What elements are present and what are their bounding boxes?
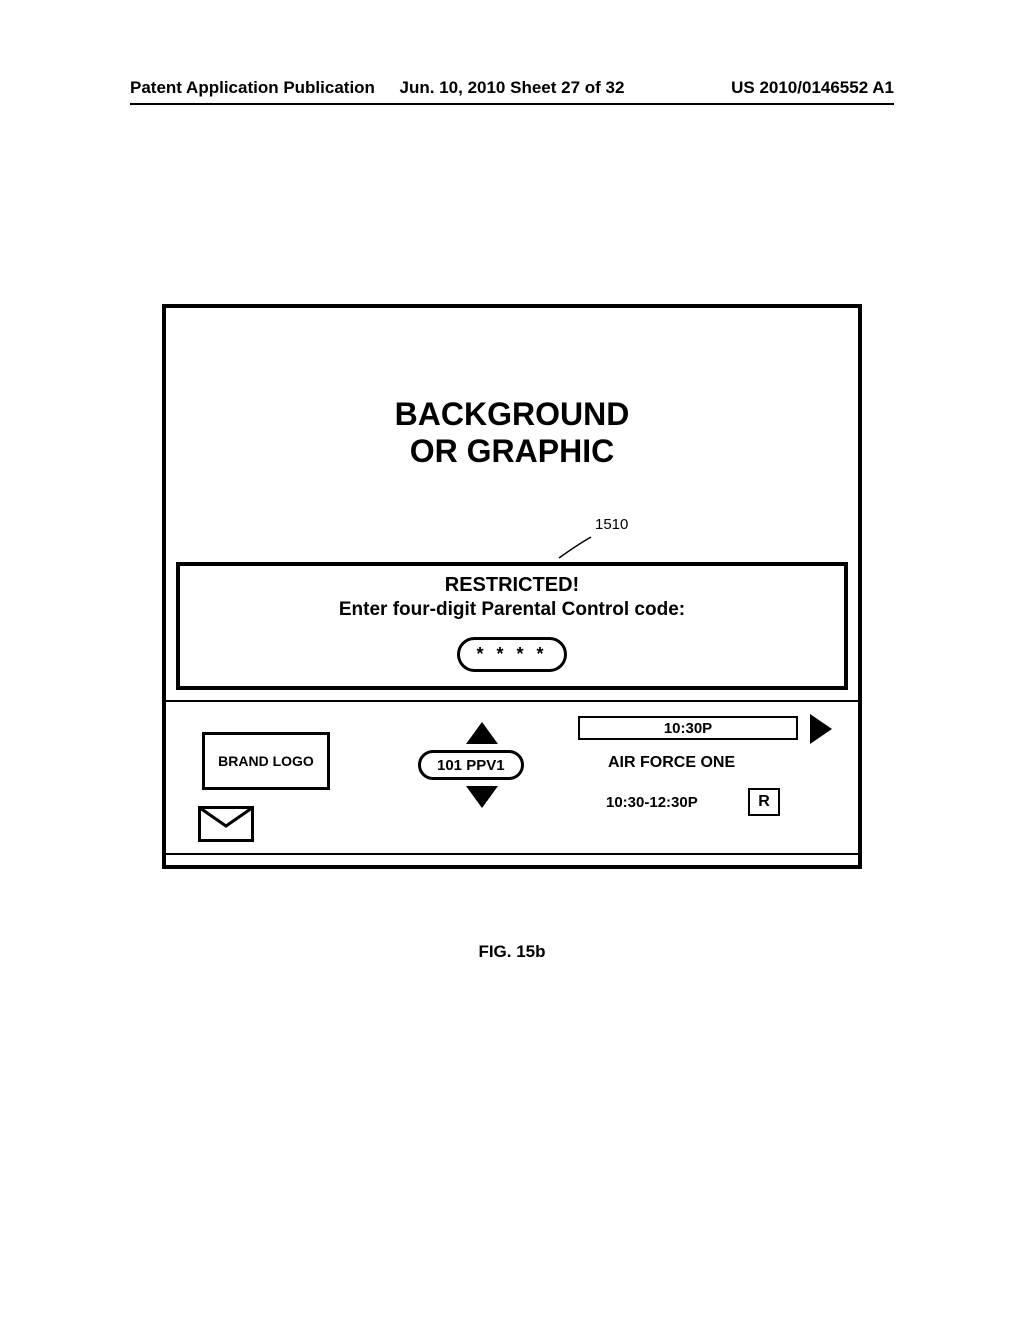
pin-input[interactable]: * * * * <box>457 637 566 672</box>
screen-frame: BACKGROUND OR GRAPHIC RESTRICTED! Enter … <box>162 304 862 869</box>
figure-caption: FIG. 15b <box>0 942 1024 962</box>
rating-badge: R <box>748 788 780 816</box>
reference-number: 1510 <box>595 516 628 533</box>
header-left: Patent Application Publication <box>130 78 375 98</box>
header-center: Jun. 10, 2010 Sheet 27 of 32 <box>400 78 625 98</box>
restricted-prompt: Enter four-digit Parental Control code: <box>188 599 836 621</box>
header-right: US 2010/0146552 A1 <box>731 78 894 98</box>
page-header: Patent Application Publication Jun. 10, … <box>130 78 894 98</box>
info-bar: BRAND LOGO 101 PPV1 10:30P AIR FORCE ONE… <box>166 700 858 855</box>
brand-logo: BRAND LOGO <box>202 732 330 790</box>
time-box: 10:30P <box>578 716 798 740</box>
mail-icon <box>198 806 254 842</box>
nav-right-icon[interactable] <box>810 714 832 744</box>
channel-pill[interactable]: 101 PPV1 <box>418 750 524 780</box>
program-title: AIR FORCE ONE <box>608 754 735 772</box>
restricted-title: RESTRICTED! <box>188 574 836 597</box>
header-rule <box>130 103 894 105</box>
nav-up-icon[interactable] <box>466 722 498 744</box>
restricted-panel: RESTRICTED! Enter four-digit Parental Co… <box>176 562 848 690</box>
program-time: 10:30-12:30P <box>606 794 698 811</box>
background-graphic-area: BACKGROUND OR GRAPHIC <box>166 308 858 558</box>
background-text: BACKGROUND OR GRAPHIC <box>395 396 630 470</box>
nav-down-icon[interactable] <box>466 786 498 808</box>
